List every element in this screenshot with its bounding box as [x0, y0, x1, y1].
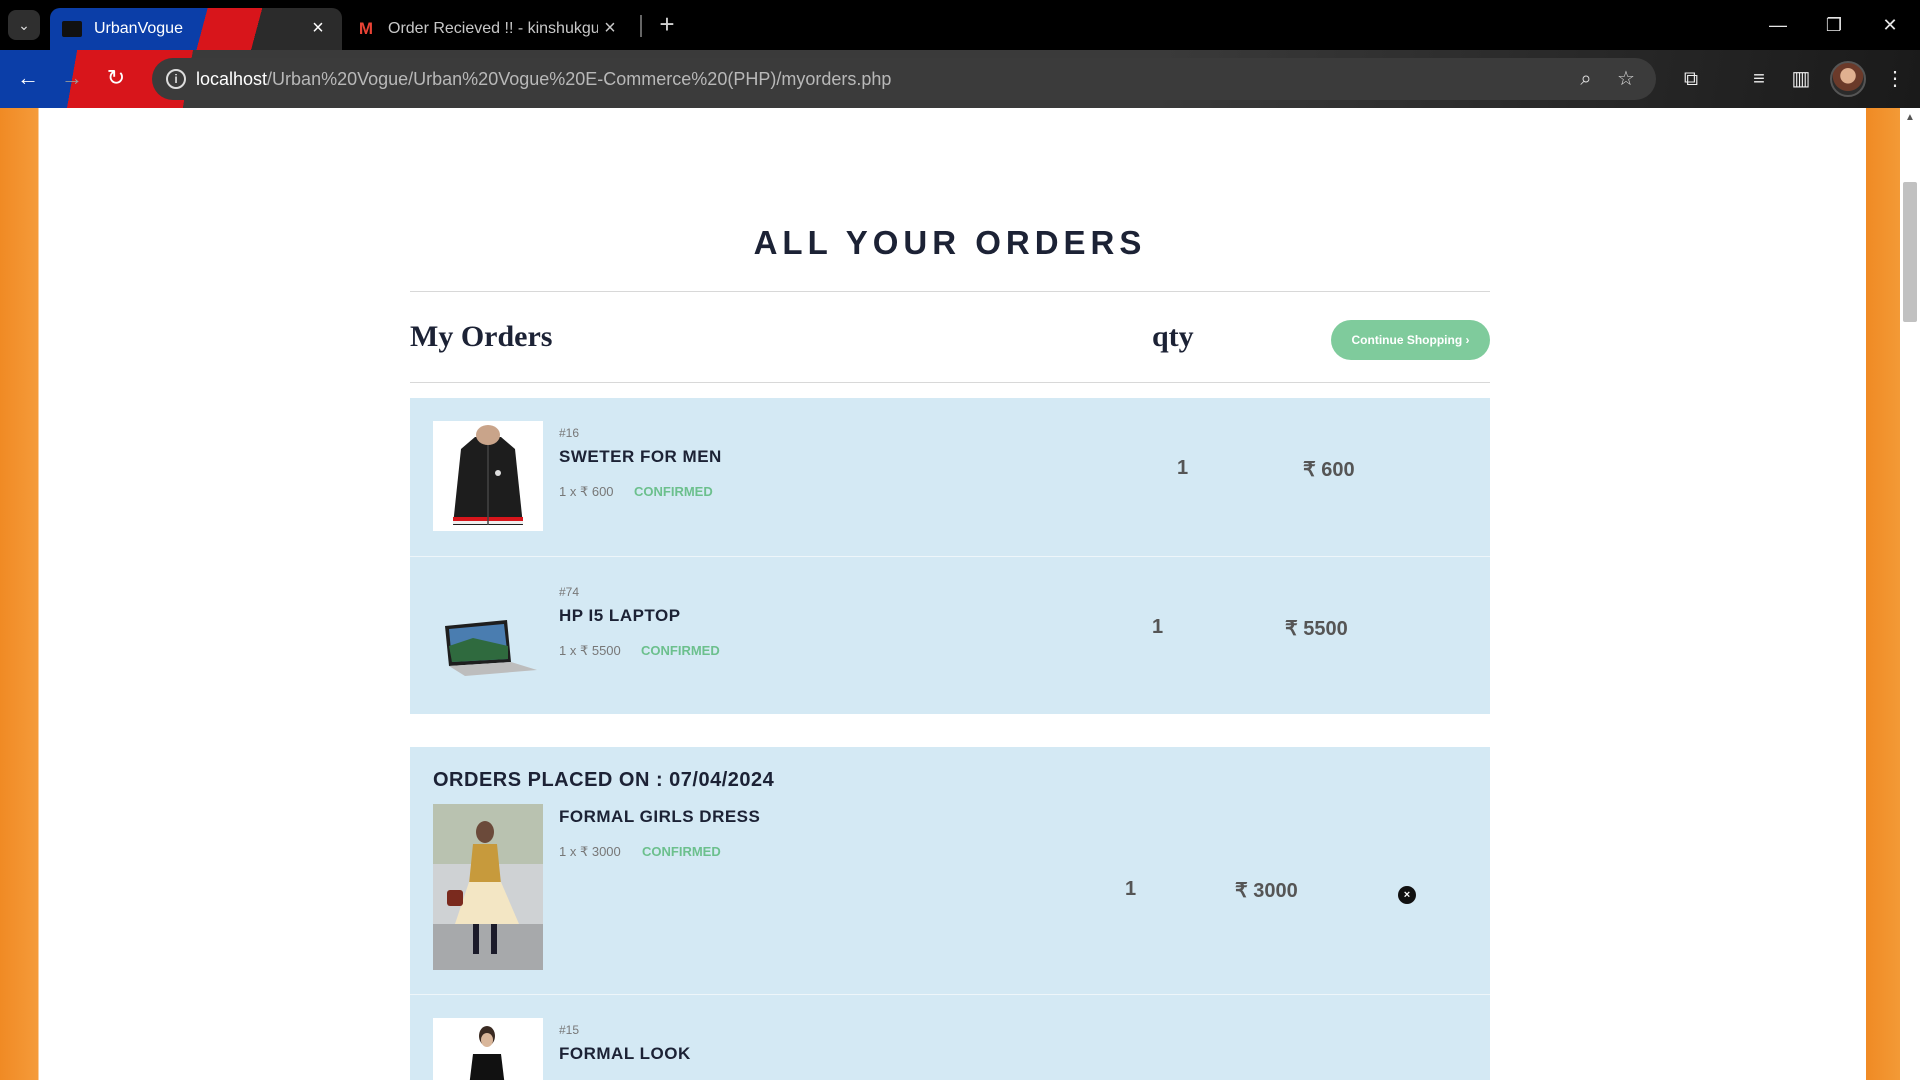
divider [410, 382, 1490, 383]
product-image-dress[interactable] [433, 804, 543, 970]
order-id: #15 [559, 1023, 580, 1037]
minimize-button[interactable]: — [1750, 0, 1806, 50]
order-item: FORMAL GIRLS DRESS 1 x ₹ 3000 CONFIRMED … [410, 747, 1490, 994]
item-quantity: 1 [1152, 616, 1164, 638]
tab-search-button[interactable]: ⌄ [8, 10, 40, 40]
zoom-icon[interactable]: ⌕ [1574, 67, 1598, 91]
item-total: ₹ 600 [1303, 459, 1355, 481]
site-info-icon[interactable]: i [166, 69, 186, 89]
vertical-scrollbar[interactable]: ▲ [1900, 108, 1920, 1080]
close-tab-icon[interactable]: × [600, 17, 620, 39]
profile-avatar[interactable] [1830, 61, 1866, 97]
remove-order-button[interactable]: × [1398, 886, 1416, 904]
status-badge: CONFIRMED [634, 484, 713, 499]
item-quantity: 1 [1177, 457, 1189, 479]
product-name[interactable]: FORMAL GIRLS DRESS [559, 807, 760, 827]
forward-icon[interactable]: → [52, 58, 92, 98]
product-name[interactable]: SWETER FOR MEN [559, 447, 722, 467]
url-text[interactable]: localhost/Urban%20Vogue/Urban%20Vogue%20… [196, 69, 891, 90]
gmail-icon: M [358, 19, 374, 38]
order-group: ORDERS PLACED ON : 07/04/2024 FORMAL GIR… [410, 747, 1490, 1080]
unit-price: 1 x ₹ 600 [559, 484, 614, 499]
menu-icon[interactable]: ⋮ [1880, 64, 1910, 94]
product-image-formal-look[interactable] [433, 1018, 543, 1080]
site-favicon-icon [62, 21, 82, 37]
product-image-laptop[interactable] [433, 580, 543, 690]
product-name[interactable]: FORMAL LOOK [559, 1044, 691, 1064]
qty-column-header: qty [1152, 320, 1194, 353]
scrollbar-thumb[interactable] [1903, 182, 1917, 322]
page-viewport: ALL YOUR ORDERS My Orders qty Continue S… [0, 108, 1920, 1080]
tab-divider [640, 15, 642, 37]
close-window-button[interactable]: ✕ [1862, 0, 1918, 50]
unit-price: 1 x ₹ 5500 [559, 643, 621, 658]
order-item: #16 SWETER FOR MEN 1 x ₹ 600 CONFIRMED 1… [410, 398, 1490, 556]
address-bar[interactable]: i localhost/Urban%20Vogue/Urban%20Vogue%… [152, 58, 1656, 100]
page-title: ALL YOUR ORDERS [753, 224, 1147, 261]
reload-icon[interactable]: ↻ [96, 58, 136, 98]
item-quantity: 1 [1125, 878, 1137, 900]
continue-shopping-button[interactable]: Continue Shopping › [1331, 320, 1490, 360]
bookmark-star-icon[interactable]: ☆ [1614, 67, 1638, 91]
tab-strip: ⌄ UrbanVogue × M Order Recieved !! - kin… [0, 0, 1920, 50]
tab-urbanvogue[interactable]: UrbanVogue × [50, 8, 342, 50]
product-image-sweater[interactable] [433, 421, 543, 531]
item-total: ₹ 3000 [1235, 880, 1298, 902]
new-tab-button[interactable]: + [652, 10, 682, 40]
tab-title: Order Recieved !! - kinshukguha [388, 20, 598, 37]
close-tab-icon[interactable]: × [308, 17, 328, 39]
extensions-icon[interactable]: ⧉ [1676, 64, 1706, 94]
my-orders-label: My Orders [410, 320, 553, 353]
status-badge: CONFIRMED [642, 844, 721, 859]
restore-button[interactable]: ❐ [1806, 0, 1862, 50]
scroll-up-icon[interactable]: ▲ [1904, 112, 1916, 124]
unit-price: 1 x ₹ 3000 [559, 844, 621, 859]
tab-title: UrbanVogue [94, 20, 183, 37]
item-total: ₹ 5500 [1285, 618, 1348, 640]
tab-gmail[interactable]: M Order Recieved !! - kinshukguha × [344, 8, 634, 50]
order-id: #74 [559, 585, 580, 599]
back-icon[interactable]: ← [8, 58, 48, 98]
browser-toolbar: ← → ↻ i localhost/Urban%20Vogue/Urban%20… [0, 50, 1920, 108]
divider [410, 291, 1490, 292]
side-panel-icon[interactable]: ▥ [1786, 64, 1816, 94]
order-id: #16 [559, 426, 580, 440]
status-badge: CONFIRMED [641, 643, 720, 658]
media-controls-icon[interactable]: ≡ [1744, 64, 1774, 94]
order-group: #16 SWETER FOR MEN 1 x ₹ 600 CONFIRMED 1… [410, 398, 1490, 714]
order-item: #74 HP I5 LAPTOP 1 x ₹ 5500 CONFIRMED 1 … [410, 557, 1490, 714]
order-item: #15 FORMAL LOOK [410, 995, 1490, 1080]
product-name[interactable]: HP I5 LAPTOP [559, 606, 681, 626]
